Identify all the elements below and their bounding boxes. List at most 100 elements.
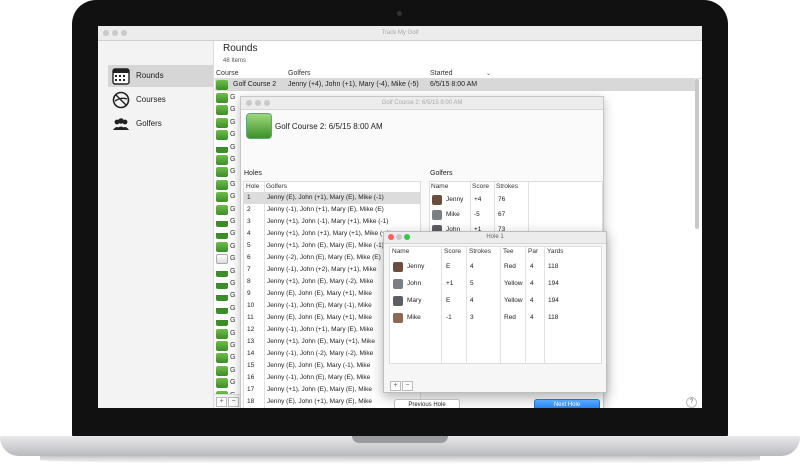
column-header-par[interactable]: Par (528, 248, 538, 255)
column-header-hole[interactable]: Hole (246, 183, 259, 190)
column-header-score[interactable]: Score (472, 183, 489, 190)
column-header-name[interactable]: Name (392, 248, 409, 255)
table-row[interactable]: Golf Course 2 Jenny (+4), John (+1), Mar… (215, 79, 695, 91)
hole-number: 5 (247, 242, 251, 249)
table-row[interactable]: G (215, 290, 235, 302)
round-course-truncated: G (230, 218, 236, 225)
sidebar-item-rounds[interactable]: Rounds (108, 65, 213, 87)
table-row[interactable]: G (215, 129, 235, 141)
table-row[interactable]: 1 Jenny (E), John (+1), Mary (E), Mike (-… (244, 192, 420, 204)
table-row[interactable]: G (215, 117, 235, 129)
table-row[interactable]: G (215, 92, 235, 104)
table-row[interactable]: John +1 5 Yellow 4 194 (390, 276, 601, 293)
round-course-truncated: G (230, 205, 236, 213)
round-course-truncated: G (230, 156, 236, 163)
sidebar-item-courses[interactable]: Courses (108, 89, 213, 111)
hole-golfers: Jenny (+1), John (E), Mary (+1), Mike (267, 338, 376, 345)
remove-round-button[interactable]: − (228, 397, 239, 407)
remove-row-button[interactable]: − (402, 381, 413, 391)
column-header-started[interactable]: Started (430, 70, 453, 77)
hole-window: Hole 1 Name Score Strokes Tee Par Yards … (383, 231, 607, 408)
table-row[interactable]: 2 Jenny (-1), John (+1), Mary (E), Mike (… (244, 204, 420, 216)
column-header-tee[interactable]: Tee (503, 248, 513, 255)
table-row[interactable]: Mike -1 3 Red 4 118 (390, 310, 601, 327)
sidebar-item-golfers[interactable]: Golfers (108, 113, 213, 135)
table-row[interactable]: G (215, 191, 235, 203)
round-course-truncated: G (230, 94, 236, 101)
table-row[interactable]: 3 Jenny (+1), John (-1), Mary (+1), Mike … (244, 216, 420, 228)
hole-golfers: Jenny (+1), John (E), Mary (-2), Mike (267, 278, 374, 285)
people-icon (113, 118, 129, 130)
course-thumbnail-icon (216, 80, 228, 90)
golfer-score: -5 (474, 211, 480, 218)
calendar-icon (112, 68, 130, 85)
hole-golfer-score: +1 (446, 280, 454, 287)
hole-number: 7 (247, 266, 251, 273)
table-row[interactable]: G (215, 204, 235, 216)
course-thumbnail-icon (216, 93, 228, 103)
hole-golfers: Jenny (E), John (E), Mary (+1), Mike (267, 290, 372, 297)
table-row[interactable]: G (215, 179, 235, 191)
round-course-truncated: G (230, 131, 236, 139)
hole-number: 9 (247, 290, 251, 297)
column-header-strokes[interactable]: Strokes (496, 183, 518, 190)
table-row[interactable]: Mike -5 67 (430, 208, 602, 223)
table-row[interactable]: G (215, 142, 235, 154)
table-row[interactable]: G (215, 328, 235, 340)
column-header-hole-golfers[interactable]: Golfers (266, 183, 287, 190)
window-title: Track My Golf (381, 30, 419, 36)
course-thumbnail-icon (216, 105, 228, 116)
hole-golfers: Jenny (+1), John (E), Mary (E), Mike (267, 386, 372, 393)
laptop-shadow (40, 456, 760, 464)
hole-number: 12 (247, 326, 255, 333)
table-row[interactable]: G (215, 377, 235, 389)
table-row[interactable]: G (215, 154, 235, 166)
table-row[interactable]: G (215, 166, 235, 178)
column-header-yards[interactable]: Yards (547, 248, 564, 255)
table-row[interactable]: G (215, 340, 235, 352)
table-row[interactable]: G (215, 303, 235, 315)
add-row-button[interactable]: + (390, 381, 401, 391)
table-row[interactable]: G (215, 104, 235, 116)
table-row[interactable]: Jenny E 4 Red 4 118 (390, 259, 601, 276)
hole-golfer-score: E (446, 297, 451, 304)
help-button[interactable]: ? (686, 397, 697, 408)
round-course-truncated: G (230, 304, 236, 312)
course-thumbnail-icon (216, 241, 228, 252)
table-row[interactable]: G (215, 216, 235, 228)
table-row[interactable]: G (215, 228, 235, 240)
add-round-button[interactable]: + (216, 397, 227, 407)
next-hole-button[interactable]: Next Hole (534, 399, 600, 408)
table-row[interactable]: G (215, 315, 235, 327)
table-row[interactable]: G (215, 266, 235, 278)
column-header-name[interactable]: Name (431, 183, 448, 190)
column-header-strokes[interactable]: Strokes (469, 248, 491, 255)
holes-section-label: Holes (244, 170, 262, 177)
hole-number: 10 (247, 302, 255, 309)
column-header-course[interactable]: Course (216, 70, 239, 77)
table-row[interactable]: G (215, 365, 235, 377)
table-row[interactable]: G (215, 253, 235, 265)
hole-golfers: Jenny (E), John (+1), Mary (E), Mike (267, 398, 372, 405)
course-thumbnail-icon (216, 279, 228, 289)
hole-golfer-tee: Red (504, 263, 516, 270)
course-thumbnail-icon (216, 179, 228, 190)
table-row[interactable]: G (215, 278, 235, 290)
column-header-golfers[interactable]: Golfers (288, 70, 311, 77)
column-header-score[interactable]: Score (444, 248, 461, 255)
table-row[interactable]: G (215, 352, 235, 364)
camera (397, 11, 402, 16)
round-course-truncated: G (230, 280, 236, 287)
table-row[interactable]: Mary E 4 Yellow 4 194 (390, 293, 601, 310)
course-thumbnail-icon (216, 254, 228, 265)
table-row[interactable]: G (215, 241, 235, 253)
round-golfers: Jenny (+4), John (+1), Mary (-4), Mike (… (288, 81, 419, 88)
hole-golfers: Jenny (+1), John (E), Mary (E), Mike (-1… (267, 242, 384, 249)
main-scrollbar[interactable] (695, 79, 699, 229)
round-course-truncated: G (230, 230, 236, 238)
table-row[interactable]: Jenny +4 76 (430, 193, 602, 208)
sort-chevron-icon[interactable]: ⌄ (486, 70, 491, 77)
round-course-truncated: G (230, 255, 236, 263)
hole-number: 3 (247, 218, 251, 225)
previous-hole-button[interactable]: Previous Hole (394, 399, 460, 408)
